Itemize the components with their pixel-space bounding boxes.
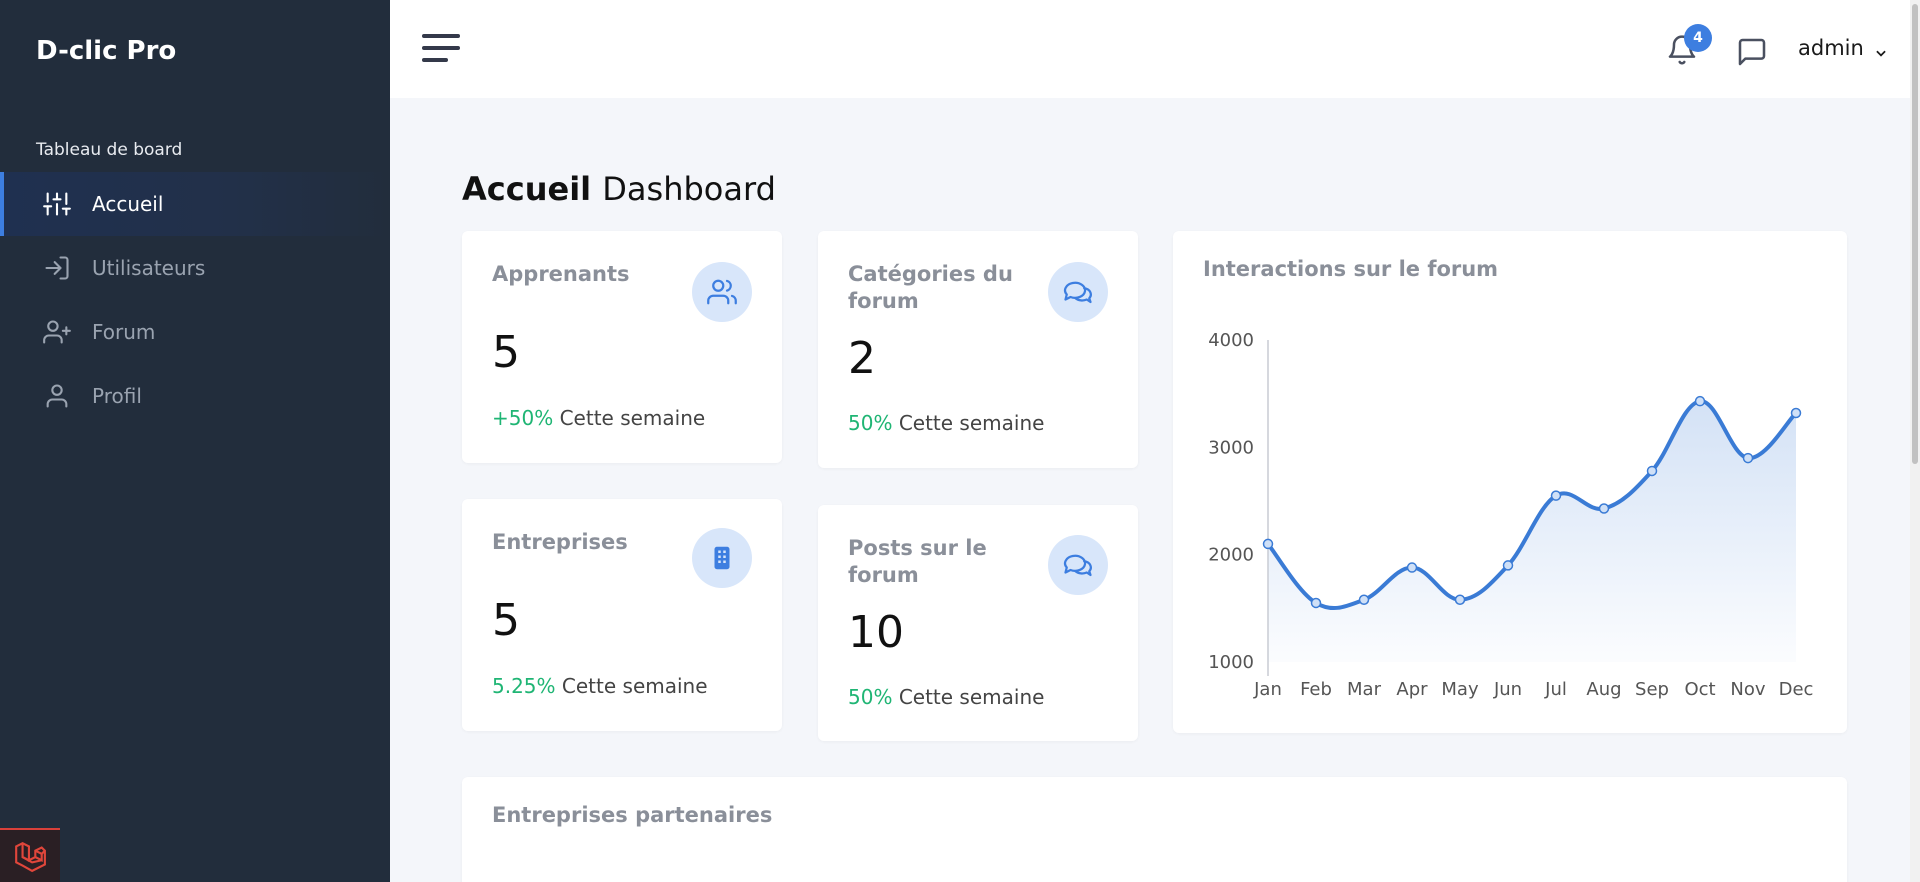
laravel-icon[interactable] [0,828,60,882]
stat-title: Entreprises [492,530,628,554]
page-title-bold: Accueil [462,170,592,208]
forum-interactions-chart: 1000 2000 3000 4000 Jan Feb Mar Apr May Jun Jul Aug… [1208,330,1814,700]
stat-card-apprenants: Apprenants 5 +50% Cette semaine [462,231,782,463]
user-menu[interactable]: admin [1798,36,1888,60]
chart-card: Interactions sur le forum 1000 2000 3000 40… [1173,231,1847,733]
partners-card: Entreprises partenaires [462,777,1847,882]
sliders-icon [42,189,72,219]
stat-trend: +50% Cette semaine [492,406,705,430]
partners-title: Entreprises partenaires [492,803,773,827]
sidebar-item-label: Profil [92,384,142,408]
x-tick-label: Sep [1635,679,1669,700]
x-tick-label: Jun [1493,679,1522,700]
x-tick-label: May [1441,679,1479,700]
data-point[interactable] [1550,490,1562,501]
sidebar-item-profil[interactable]: Profil [0,364,390,428]
x-tick-label: Apr [1396,679,1428,700]
building-icon [692,528,752,588]
stat-card-posts: Posts sur le forum 10 50% Cette semaine [818,505,1138,741]
data-point[interactable] [1790,407,1802,419]
chart-area-fill [1268,401,1796,662]
stat-period: Cette semaine [559,406,706,430]
sidebar-nav: Accueil Utilisateurs Forum Profil [0,172,390,428]
x-tick-label: Jan [1253,679,1282,700]
sidebar-item-forum[interactable]: Forum [0,300,390,364]
stat-card-categories: Catégories du forum 2 50% Cette semaine [818,231,1138,468]
menu-toggle-icon[interactable] [422,32,460,64]
stat-period: Cette semaine [898,411,1045,435]
chat-icon [1048,262,1108,322]
data-point[interactable] [1646,465,1658,477]
sidebar-section-label: Tableau de board [36,140,183,160]
y-tick-label: 1000 [1208,652,1254,673]
page-title: Accueil Dashboard [462,170,776,208]
data-point[interactable] [1406,562,1418,573]
stat-title: Catégories du forum [848,262,1013,313]
sidebar-item-accueil[interactable]: Accueil [0,172,390,236]
brand-name[interactable]: D-clic Pro [36,36,176,66]
user-plus-icon [42,317,72,347]
x-tick-label: Nov [1730,679,1765,700]
stat-trend: 5.25% Cette semaine [492,674,708,698]
stat-percent: +50% [492,406,554,430]
x-tick-label: Feb [1300,679,1332,700]
data-point[interactable] [1502,560,1514,571]
stat-value: 5 [492,595,520,646]
stat-percent: 50% [848,411,893,435]
stat-card-entreprises: Entreprises 5 5.25% Cette semaine [462,499,782,731]
x-tick-label: Jul [1544,679,1567,700]
stat-percent: 5.25% [492,674,556,698]
notification-badge: 4 [1684,24,1712,52]
y-tick-label: 4000 [1208,330,1254,351]
users-icon [692,262,752,322]
stat-period: Cette semaine [561,674,708,698]
y-tick-label: 3000 [1208,437,1254,458]
data-point[interactable] [1358,594,1370,605]
data-point[interactable] [1694,395,1706,407]
chat-icon [1048,535,1108,595]
stat-percent: 50% [848,685,893,709]
stat-value: 5 [492,327,520,378]
sidebar-item-label: Accueil [92,192,164,216]
stat-period: Cette semaine [898,685,1045,709]
stat-title: Posts sur le forum [848,536,987,587]
user-name: admin [1798,36,1864,60]
x-tick-label: Mar [1347,679,1382,700]
sidebar: D-clic Pro Tableau de board Accueil Util… [0,0,390,882]
stat-trend: 50% Cette semaine [848,685,1044,709]
top-bar: 4 admin [390,0,1920,98]
login-icon [42,253,72,283]
page-title-light: Dashboard [602,170,776,208]
scrollbar[interactable] [1910,0,1920,882]
y-tick-label: 2000 [1208,545,1254,566]
data-point[interactable] [1454,594,1466,605]
stat-trend: 50% Cette semaine [848,411,1044,435]
data-point[interactable] [1262,538,1274,550]
chevron-down-icon [1874,41,1888,57]
user-icon [42,381,72,411]
sidebar-item-utilisateurs[interactable]: Utilisateurs [0,236,390,300]
stat-value: 10 [848,607,904,658]
data-point[interactable] [1742,452,1754,464]
message-icon[interactable] [1736,36,1770,70]
data-point[interactable] [1310,597,1322,609]
sidebar-item-label: Forum [92,320,156,344]
data-point[interactable] [1598,503,1610,514]
x-tick-label: Oct [1684,679,1715,700]
x-tick-label: Aug [1586,679,1621,700]
sidebar-item-label: Utilisateurs [92,256,206,280]
stat-title: Apprenants [492,262,630,286]
x-tick-label: Dec [1779,679,1814,700]
scrollbar-thumb[interactable] [1912,4,1918,464]
stat-value: 2 [848,333,876,384]
